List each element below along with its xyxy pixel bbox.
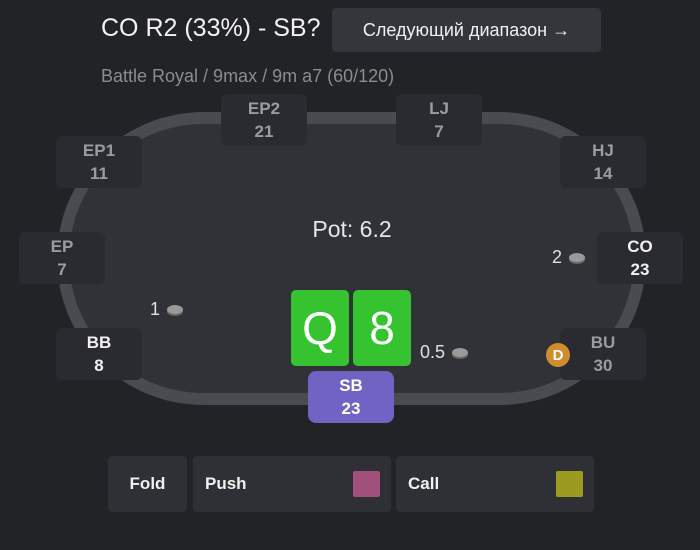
fold-button[interactable]: Fold	[108, 456, 187, 512]
bet-co: 2	[552, 247, 586, 268]
call-color-swatch	[556, 471, 583, 497]
hero-card-1: Q	[291, 290, 349, 366]
push-label: Push	[205, 474, 247, 493]
hero-card-2: 8	[353, 290, 411, 366]
game-subtitle: Battle Royal / 9max / 9m a7 (60/120)	[101, 66, 395, 86]
seat-hj: HJ 14	[560, 136, 646, 188]
push-button[interactable]: Push	[193, 456, 391, 512]
bet-amount: 0.5	[420, 342, 446, 362]
chip-icon	[167, 305, 184, 314]
dealer-button-icon: D	[546, 343, 570, 367]
bet-amount: 1	[150, 299, 161, 319]
push-color-swatch	[353, 471, 380, 497]
seat-position: LJ	[429, 99, 449, 118]
seat-stack: 7	[57, 260, 67, 279]
seat-position: BB	[86, 333, 112, 352]
seat-position: EP1	[82, 141, 116, 160]
seat-stack: 23	[341, 399, 361, 418]
seat-ep2: EP2 21	[221, 94, 307, 146]
seat-position: BU	[590, 333, 616, 352]
seat-position: EP2	[247, 99, 281, 118]
chip-icon	[452, 348, 469, 357]
call-label: Call	[408, 474, 440, 493]
next-range-button[interactable]: Следующий диапазон →	[332, 8, 601, 52]
seat-bb: BB 8	[56, 328, 142, 380]
seat-stack: 8	[94, 356, 104, 375]
bet-bb: 1	[150, 299, 184, 320]
seat-bu: BU 30	[560, 328, 646, 380]
seat-sb-hero: SB 23	[308, 371, 394, 423]
seat-ep: EP 7	[19, 232, 105, 284]
page-title: CO R2 (33%) - SB?	[101, 14, 321, 42]
seat-stack: 7	[434, 122, 444, 141]
seat-position: EP	[50, 237, 74, 256]
call-button[interactable]: Call	[396, 456, 594, 512]
seat-stack: 21	[254, 122, 274, 141]
seat-position: HJ	[592, 141, 614, 160]
seat-stack: 23	[630, 260, 650, 279]
seat-ep1: EP1 11	[56, 136, 142, 188]
bet-amount: 2	[552, 247, 563, 267]
seat-position: CO	[627, 237, 653, 256]
fold-label: Fold	[129, 474, 166, 493]
seat-co: CO 23	[597, 232, 683, 284]
seat-position: SB	[339, 376, 363, 395]
seat-stack: 14	[593, 164, 613, 183]
seat-stack: 11	[90, 164, 108, 183]
bet-sb: 0.5	[420, 342, 469, 363]
seat-lj: LJ 7	[396, 94, 482, 146]
pot-label: Pot: 6.2	[312, 216, 392, 242]
seat-stack: 30	[593, 356, 613, 375]
chip-icon	[569, 253, 586, 262]
